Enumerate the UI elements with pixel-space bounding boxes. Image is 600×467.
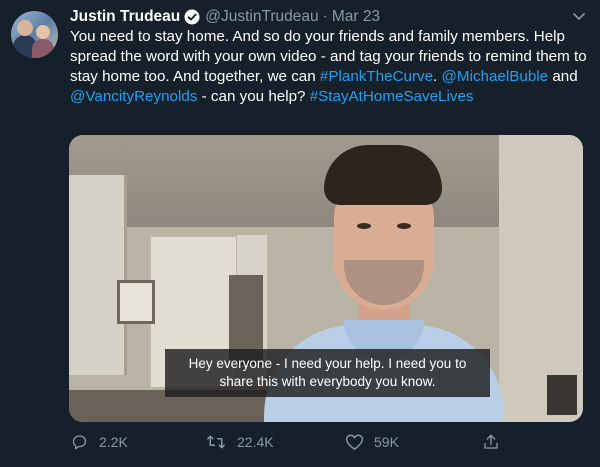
reply-icon xyxy=(72,435,87,450)
retweet-icon xyxy=(207,435,225,449)
tweet-date[interactable]: Mar 23 xyxy=(332,8,380,26)
like-count: 59K xyxy=(374,434,399,450)
separator-dot: · xyxy=(322,8,328,25)
heart-icon xyxy=(345,434,364,450)
avatar[interactable] xyxy=(11,11,58,58)
retweet-button[interactable]: 22.4K xyxy=(205,428,274,456)
tweet-text-part: and xyxy=(548,68,578,85)
author-name[interactable]: Justin Trudeau xyxy=(70,8,180,26)
video-caption: Hey everyone - I need your help. I need … xyxy=(165,349,490,397)
avatar-face-1 xyxy=(17,20,33,36)
tweet[interactable]: Justin Trudeau @JustinTrudeau · Mar 23 Y… xyxy=(0,0,600,467)
tweet-text-part: . xyxy=(433,68,442,85)
like-button[interactable]: 59K xyxy=(345,428,399,456)
share-button[interactable] xyxy=(482,428,510,456)
video-person-eye xyxy=(357,223,371,229)
video-scene-picture xyxy=(117,280,155,324)
tweet-text: You need to stay home. And so do your fr… xyxy=(70,27,590,107)
reply-count: 2.2K xyxy=(99,434,128,450)
author-handle[interactable]: @JustinTrudeau xyxy=(205,8,318,26)
reply-button[interactable]: 2.2K xyxy=(70,428,128,456)
avatar-face-2 xyxy=(36,25,50,39)
video-player[interactable]: Hey everyone - I need your help. I need … xyxy=(69,135,583,422)
share-icon xyxy=(484,434,498,449)
tweet-text-part: - can you help? xyxy=(197,88,310,105)
tweet-actions: 2.2K 22.4K 59K xyxy=(70,428,500,456)
mention-link[interactable]: @MichaelBuble xyxy=(442,68,549,85)
avatar-figure-2 xyxy=(32,39,54,58)
verified-badge-icon xyxy=(184,9,200,25)
video-person-eye xyxy=(397,223,411,229)
chevron-down-icon[interactable] xyxy=(572,9,586,21)
retweet-count: 22.4K xyxy=(237,434,274,450)
video-person-hair xyxy=(324,145,442,205)
video-scene-window xyxy=(547,375,577,415)
hashtag-link[interactable]: #PlankTheCurve xyxy=(320,68,433,85)
mention-link[interactable]: @VancityReynolds xyxy=(70,88,197,105)
video-scene-cabinet xyxy=(69,175,127,375)
hashtag-link[interactable]: #StayAtHomeSaveLives xyxy=(310,88,474,105)
tweet-header: Justin Trudeau @JustinTrudeau · Mar 23 xyxy=(70,6,380,28)
